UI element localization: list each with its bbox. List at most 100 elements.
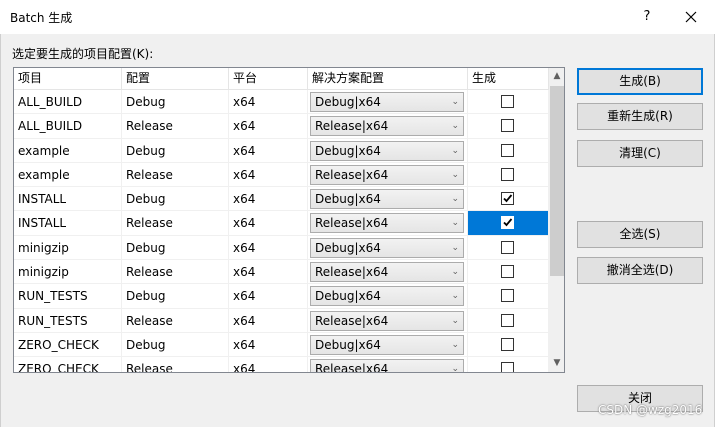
cell-config: Release [122, 162, 229, 188]
solution-config-dropdown[interactable]: Debug|x64 ⌄ [310, 286, 464, 307]
chevron-down-icon[interactable]: ⌄ [451, 117, 459, 135]
solution-config-dropdown[interactable]: Release|x64 ⌄ [310, 262, 464, 283]
cell-build [468, 138, 549, 163]
chevron-down-icon[interactable]: ⌄ [451, 142, 459, 160]
cell-build [468, 357, 549, 372]
cell-platform: x64 [229, 235, 308, 261]
solution-config-dropdown[interactable]: Debug|x64 ⌄ [310, 334, 464, 355]
build-checkbox[interactable] [501, 265, 514, 279]
scrollbar-thumb[interactable] [550, 86, 564, 276]
cell-project: INSTALL [14, 211, 122, 236]
build-checkbox[interactable] [501, 362, 514, 372]
cell-build [468, 162, 549, 188]
project-config-label: 选定要生成的项目配置(K): [12, 47, 154, 61]
cell-config: Release [122, 114, 229, 139]
help-button[interactable]: ? [636, 7, 658, 27]
cell-config: Debug [122, 284, 229, 309]
build-checkbox[interactable] [501, 313, 514, 327]
solution-config-value: Release|x64 [315, 167, 389, 182]
cell-config: Release [122, 357, 229, 372]
deselect-all-button[interactable]: 撤消全选(D) [577, 257, 703, 284]
column-header-solution-config[interactable]: 解决方案配置 [308, 68, 468, 90]
window-border-left [0, 34, 1, 427]
solution-config-dropdown[interactable]: Debug|x64 ⌄ [310, 189, 464, 210]
table-row[interactable]: minigzip Release x64 Release|x64 ⌄ [14, 260, 549, 285]
build-checkbox[interactable] [501, 216, 514, 230]
cell-platform: x64 [229, 357, 308, 372]
solution-config-value: Debug|x64 [315, 240, 381, 255]
column-header-config[interactable]: 配置 [122, 68, 229, 90]
build-checkbox[interactable] [501, 289, 514, 303]
cell-build [468, 187, 549, 212]
chevron-down-icon[interactable]: ⌄ [451, 263, 459, 281]
table-row[interactable]: INSTALL Debug x64 Debug|x64 ⌄ [14, 187, 549, 212]
chevron-up-icon[interactable]: ▲ [549, 68, 564, 85]
column-header-build[interactable]: 生成 [468, 68, 549, 90]
solution-config-dropdown[interactable]: Release|x64 ⌄ [310, 164, 464, 185]
build-checkbox[interactable] [501, 337, 514, 351]
chevron-down-icon[interactable]: ⌄ [451, 360, 459, 372]
project-config-list[interactable]: 项目 配置 平台 解决方案配置 生成 ALL_BUILD Debug x64 Debu… [13, 67, 565, 373]
vertical-scrollbar[interactable]: ▲ ▼ [549, 68, 564, 372]
solution-config-dropdown[interactable]: Debug|x64 ⌄ [310, 237, 464, 258]
solution-config-value: Debug|x64 [315, 289, 381, 304]
clean-button[interactable]: 清理(C) [577, 140, 703, 167]
cell-solution-config: Debug|x64 ⌄ [308, 187, 468, 212]
cell-solution-config: Release|x64 ⌄ [308, 308, 468, 333]
table-row[interactable]: ALL_BUILD Debug x64 Debug|x64 ⌄ [14, 90, 549, 115]
cell-config: Debug [122, 235, 229, 261]
cell-build [468, 260, 549, 285]
cell-project: example [14, 138, 122, 163]
build-checkbox[interactable] [501, 192, 514, 206]
cell-build [468, 114, 549, 139]
table-row[interactable]: minigzip Debug x64 Debug|x64 ⌄ [14, 235, 549, 261]
cell-project: RUN_TESTS [14, 284, 122, 309]
table-row[interactable]: RUN_TESTS Release x64 Release|x64 ⌄ [14, 308, 549, 333]
table-row[interactable]: example Release x64 Release|x64 ⌄ [14, 162, 549, 188]
solution-config-dropdown[interactable]: Debug|x64 ⌄ [310, 92, 464, 112]
solution-config-value: Release|x64 [315, 362, 389, 373]
cell-platform: x64 [229, 332, 308, 358]
chevron-down-icon[interactable]: ⌄ [451, 239, 459, 257]
cell-build [468, 211, 549, 236]
window-title: Batch 生成 [10, 11, 73, 25]
cell-project: example [14, 162, 122, 188]
cell-platform: x64 [229, 284, 308, 309]
build-checkbox[interactable] [501, 240, 514, 254]
close-icon[interactable] [680, 6, 702, 28]
build-button[interactable]: 生成(B) [577, 68, 703, 95]
table-row[interactable]: ALL_BUILD Release x64 Release|x64 ⌄ [14, 114, 549, 139]
build-checkbox[interactable] [501, 119, 514, 133]
build-checkbox[interactable] [501, 143, 514, 157]
chevron-down-icon[interactable]: ⌄ [451, 287, 459, 305]
solution-config-dropdown[interactable]: Release|x64 ⌄ [310, 213, 464, 234]
chevron-down-icon[interactable]: ⌄ [451, 166, 459, 184]
list-header: 项目 配置 平台 解决方案配置 生成 [14, 68, 549, 90]
table-row[interactable]: ZERO_CHECK Release x64 Release|x64 ⌄ [14, 357, 549, 373]
column-header-platform[interactable]: 平台 [229, 68, 308, 90]
column-header-project[interactable]: 项目 [14, 68, 122, 90]
build-checkbox[interactable] [501, 167, 514, 181]
cell-build [468, 332, 549, 358]
chevron-down-icon[interactable]: ⌄ [451, 336, 459, 354]
table-row[interactable]: ZERO_CHECK Debug x64 Debug|x64 ⌄ [14, 332, 549, 358]
solution-config-dropdown[interactable]: Release|x64 ⌄ [310, 359, 464, 373]
solution-config-dropdown[interactable]: Debug|x64 ⌄ [310, 140, 464, 161]
solution-config-dropdown[interactable]: Release|x64 ⌄ [310, 310, 464, 331]
solution-config-dropdown[interactable]: Release|x64 ⌄ [310, 116, 464, 137]
chevron-down-icon[interactable]: ⌄ [451, 190, 459, 208]
select-all-button[interactable]: 全选(S) [577, 221, 703, 248]
cell-platform: x64 [229, 260, 308, 285]
rebuild-button[interactable]: 重新生成(R) [577, 103, 703, 130]
cell-platform: x64 [229, 162, 308, 188]
build-checkbox[interactable] [501, 95, 514, 108]
chevron-down-icon[interactable]: ⌄ [451, 214, 459, 232]
chevron-down-icon[interactable]: ▼ [549, 355, 564, 372]
table-row[interactable]: INSTALL Release x64 Release|x64 ⌄ [14, 211, 549, 236]
cell-solution-config: Debug|x64 ⌄ [308, 90, 468, 115]
table-row[interactable]: example Debug x64 Debug|x64 ⌄ [14, 138, 549, 163]
cell-solution-config: Release|x64 ⌄ [308, 162, 468, 188]
table-row[interactable]: RUN_TESTS Debug x64 Debug|x64 ⌄ [14, 284, 549, 309]
chevron-down-icon[interactable]: ⌄ [451, 312, 459, 330]
chevron-down-icon[interactable]: ⌄ [451, 93, 459, 111]
